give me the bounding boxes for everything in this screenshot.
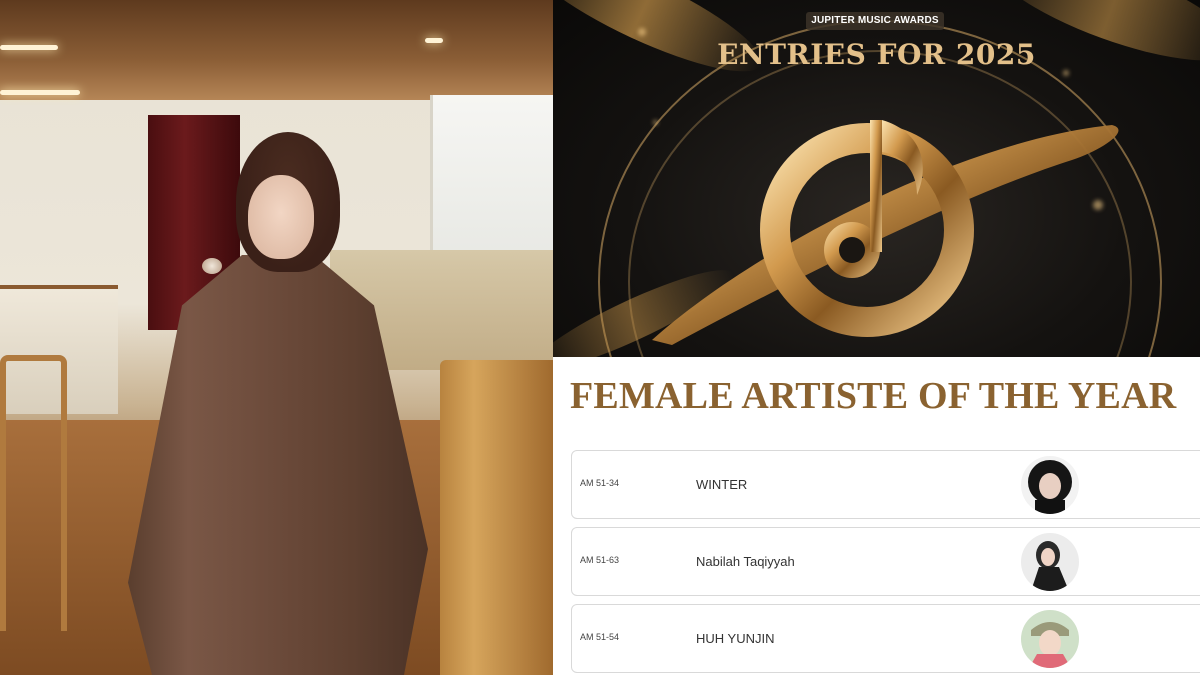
entry-code: AM 51-54 — [580, 632, 620, 642]
nominee-card[interactable]: AM 51-34 WINTER — [571, 450, 1200, 519]
avatar — [1021, 533, 1079, 591]
poster-title: ENTRIES FOR 2025 — [717, 38, 1036, 71]
avatar — [1021, 610, 1079, 668]
face — [248, 175, 314, 259]
ceiling — [0, 0, 553, 100]
ceiling-light — [425, 38, 443, 43]
ceiling-light — [0, 45, 58, 50]
sparkle — [638, 28, 646, 36]
avatar — [1021, 456, 1079, 514]
artist-name: Nabilah Taqiyyah — [696, 554, 795, 569]
nominee-card[interactable]: AM 51-63 Nabilah Taqiyyah — [571, 527, 1200, 596]
category-title: FEMALE ARTISTE OF THE YEAR — [570, 375, 1177, 417]
entry-code: AM 51-34 — [580, 478, 620, 488]
planet-music-note-logo-icon — [632, 100, 1132, 350]
event-name-badge: JUPITER MUSIC AWARDS — [806, 12, 944, 30]
entry-code: AM 51-63 — [580, 555, 620, 565]
artist-photo — [0, 0, 553, 675]
booth-seat — [440, 360, 553, 675]
nominee-card[interactable]: AM 51-54 HUH YUNJIN — [571, 604, 1200, 673]
artist-name: WINTER — [696, 477, 748, 492]
chair — [0, 355, 67, 631]
ceiling-light — [0, 90, 80, 95]
artist-name: HUH YUNJIN — [696, 631, 775, 646]
brooch — [202, 258, 222, 274]
